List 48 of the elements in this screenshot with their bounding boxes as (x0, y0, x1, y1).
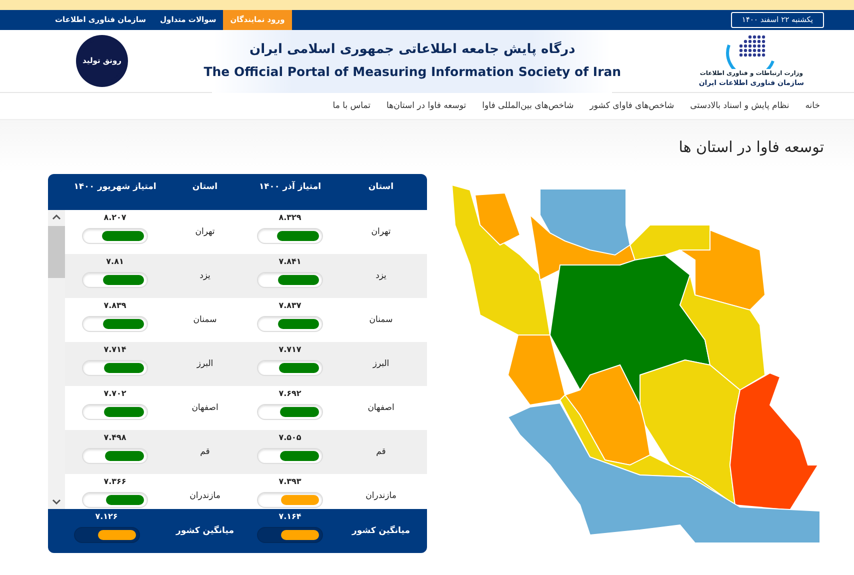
province-name: تهران (370, 226, 392, 239)
score-value: ۷.۳۶۶ (104, 478, 126, 486)
province-name: البرز (372, 358, 390, 371)
nav-link[interactable]: نظام پایش و اسناد بالادستی (682, 100, 798, 112)
nav-link[interactable]: شاخص‌های بین‌المللی فاوا (474, 100, 582, 112)
score-value: ۷.۱۶۴ (278, 513, 302, 521)
score-value: ۷.۳۹۳ (278, 478, 302, 486)
column-header: امتیاز آذر ۱۴۰۰ (258, 180, 322, 194)
province-name: میانگین کشور (350, 524, 411, 538)
score-value: ۸.۳۲۹ (278, 214, 302, 222)
score-value: ۷.۸۱ (106, 258, 124, 266)
portal-title: درگاه پایش جامعه اطلاعاتی جمهوری اسلامی ایران (249, 40, 576, 59)
province-name: یزد (198, 270, 212, 283)
province-name: اصفهان (190, 402, 220, 415)
nav-link[interactable]: تماس با ما (324, 100, 379, 112)
portal-title-english: The Official Portal of Measuring Information Society of Iran (204, 63, 622, 82)
province-name: سمنان (368, 314, 394, 327)
score-value: ۷.۶۹۲ (278, 390, 302, 398)
province-name: قم (375, 446, 387, 459)
score-value: ۷.۸۳۹ (104, 302, 126, 310)
nav-link[interactable]: شاخص‌های فاوای کشور (582, 100, 682, 112)
score-value: ۷.۷۱۷ (278, 346, 302, 354)
score-value: ۷.۸۴۱ (278, 258, 302, 266)
score-value: ۷.۴۹۸ (104, 434, 126, 442)
province-name: سمنان (192, 314, 218, 327)
scroll-up-icon[interactable] (52, 214, 61, 220)
score-value: ۷.۱۲۶ (95, 513, 118, 521)
province-name: میانگین کشور (174, 524, 235, 538)
scroll-down-icon[interactable] (52, 499, 61, 505)
score-value: ۷.۸۳۷ (278, 302, 302, 310)
score-value: ۷.۷۰۲ (104, 390, 126, 398)
province-name: قم (199, 446, 211, 459)
nav-link[interactable]: خانه (797, 100, 828, 112)
score-value: ۷.۵۰۵ (278, 434, 302, 442)
province-name: البرز (196, 358, 214, 371)
score-value: ۸.۲۰۷ (104, 214, 126, 222)
score-value: ۷.۷۱۴ (104, 346, 126, 354)
column-header: استان (367, 181, 395, 194)
province-name: اصفهان (366, 402, 396, 415)
province-name: مازندران (364, 490, 398, 503)
column-header: استان (191, 181, 219, 194)
province-name: مازندران (188, 490, 222, 503)
nav-link[interactable]: توسعه فاوا در استان‌ها (378, 100, 474, 112)
column-header: امتیاز شهریور ۱۴۰۰ (72, 181, 158, 194)
province-name: تهران (194, 226, 216, 239)
section-title: توسعه فاوا در استان ها (678, 136, 824, 158)
scrollbar-thumb[interactable] (48, 226, 65, 278)
province-name: یزد (374, 270, 388, 283)
